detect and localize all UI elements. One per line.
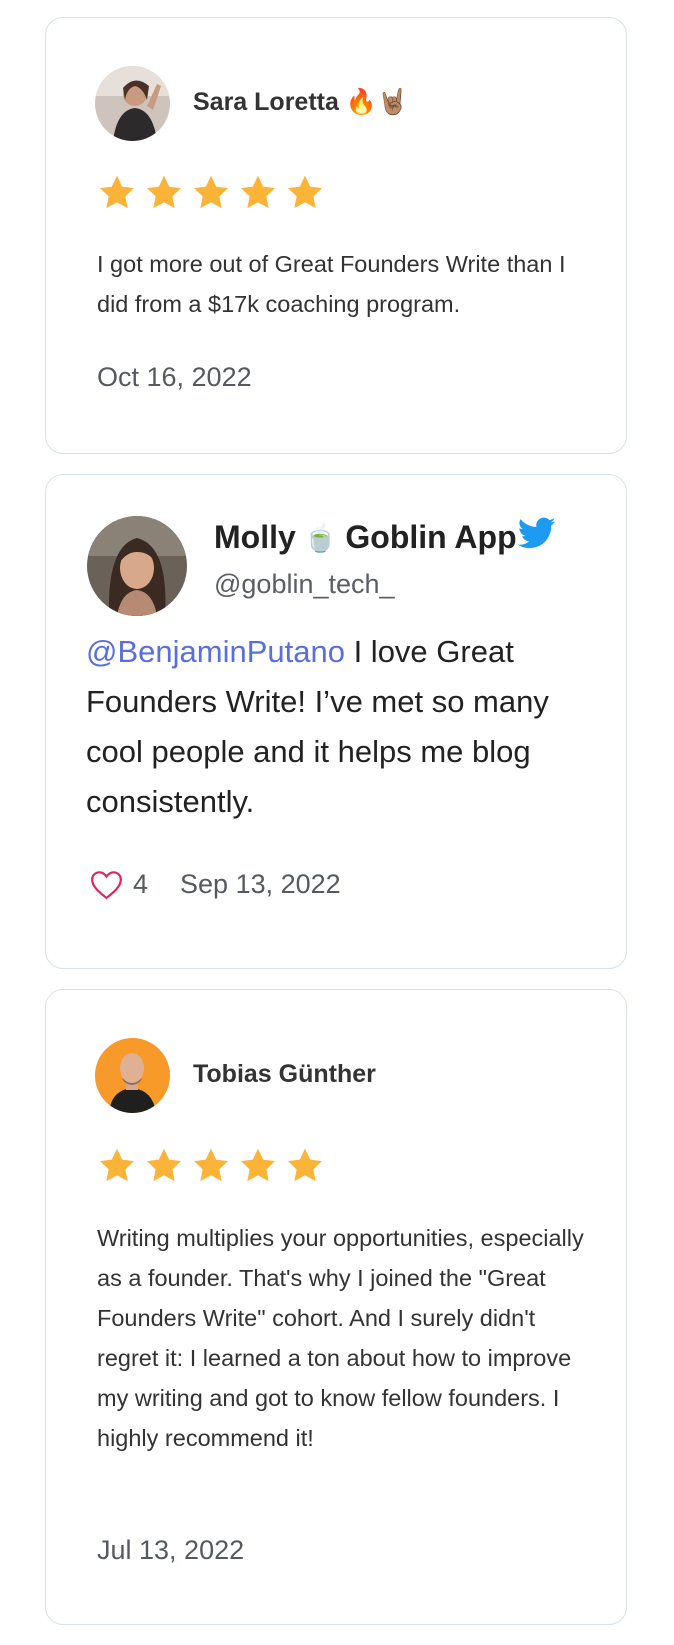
star-icon: [241, 1148, 275, 1182]
review-text: I got more out of Great Founders Write t…: [97, 251, 566, 317]
tweet-author-name: Molly 🍵 Goblin App: [214, 519, 517, 556]
star-rating: [97, 1146, 325, 1186]
star-icon: [194, 175, 228, 209]
mention-link[interactable]: @BenjaminPutano: [86, 634, 345, 669]
review-card-tobias: Tobias Günther Writing multiplies your o…: [45, 989, 627, 1625]
twitter-bird-icon[interactable]: [518, 517, 556, 550]
tea-emoji: 🍵: [303, 522, 338, 553]
review-card-sara: Sara Loretta 🔥🤘🏽 I got more out of Great…: [45, 17, 627, 454]
like-count: 4: [133, 869, 149, 899]
tweet-date[interactable]: Sep 13, 2022: [180, 869, 341, 900]
review-date: Oct 16, 2022: [97, 362, 252, 392]
avatar: [95, 1038, 170, 1113]
star-icon: [241, 175, 275, 209]
star-icon: [194, 1148, 228, 1182]
tweet-handle: @goblin_tech_: [214, 569, 395, 599]
tweet-card-molly: Molly 🍵 Goblin App @goblin_tech_ @Benjam…: [45, 474, 627, 969]
review-text: Writing multiplies your opportunities, e…: [97, 1225, 584, 1451]
avatar: [95, 66, 170, 141]
reviewer-name: Sara Loretta 🔥🤘🏽: [193, 88, 409, 116]
star-rating: [97, 173, 325, 213]
author-first-name: Molly: [214, 519, 296, 555]
avatar: [87, 516, 187, 616]
star-icon: [147, 1148, 181, 1182]
tweet-text: @BenjaminPutano I love Great Founders Wr…: [86, 627, 586, 827]
star-icon: [100, 1148, 134, 1182]
tweet-footer: 4 Sep 13, 2022: [90, 869, 341, 900]
author-last-name: Goblin App: [345, 519, 517, 555]
reviewer-name: Tobias Günther: [193, 1060, 376, 1088]
review-date: Jul 13, 2022: [97, 1535, 245, 1565]
star-icon: [100, 175, 134, 209]
star-icon: [288, 1148, 322, 1182]
star-icon: [288, 175, 322, 209]
star-icon: [147, 175, 181, 209]
heart-icon[interactable]: [90, 870, 123, 900]
